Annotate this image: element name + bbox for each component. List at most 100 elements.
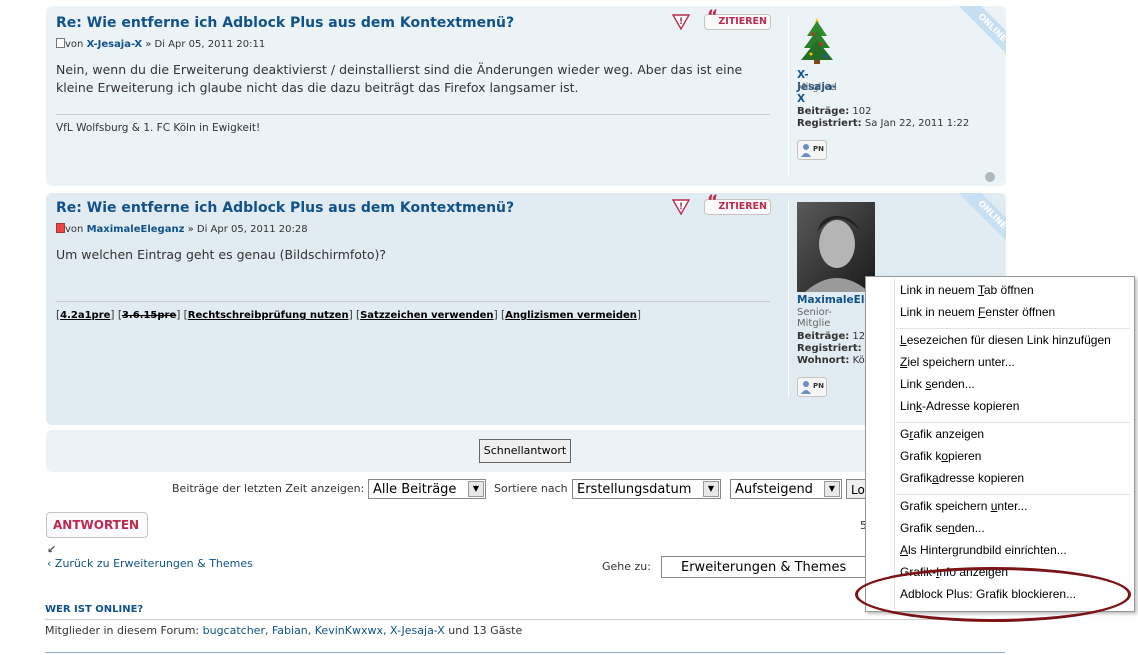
- context-menu-item[interactable]: Lesezeichen für diesen Link hinzufügen: [900, 333, 1111, 347]
- signature: VfL Wolfsburg & 1. FC Köln in Ewigkeit!: [56, 114, 770, 134]
- sig-link[interactable]: 4.2a1pre: [60, 310, 110, 321]
- post-author-line: von MaximaleEleganz » Di Apr 05, 2011 20…: [56, 223, 308, 235]
- report-button[interactable]: !: [671, 14, 691, 31]
- online-users[interactable]: bugcatcher, Fabian, KevinKwxwx, X-Jesaja…: [203, 624, 445, 637]
- svg-text:!: !: [679, 17, 683, 27]
- dropdown-arrow-icon: ▼: [703, 481, 719, 497]
- context-menu-item[interactable]: Link in neuem Tab öffnen: [900, 283, 1034, 297]
- jump-label: Gehe zu:: [602, 560, 651, 573]
- post-title[interactable]: Re: Wie entferne ich Adblock Plus aus de…: [56, 15, 514, 31]
- profile-rank: Mitglied: [797, 82, 837, 93]
- order-select[interactable]: Aufsteigend ▼: [730, 479, 842, 499]
- menu-item-accesskey: A: [900, 543, 909, 557]
- post-title[interactable]: Re: Wie entferne ich Adblock Plus aus de…: [56, 200, 514, 216]
- context-menu-item[interactable]: Grafik senden...: [900, 521, 985, 535]
- registered-date: Sa Jan 22, 2011 1:22: [864, 118, 970, 129]
- menu-separator: [896, 422, 1130, 423]
- menu-item-text: enden...: [931, 377, 975, 391]
- menu-item-text: Grafik: [900, 471, 933, 485]
- sort-label: Sortiere nach: [494, 482, 568, 495]
- context-menu-item[interactable]: Als Hintergrundbild einrichten...: [900, 543, 1067, 557]
- posts-label: Beiträge:: [797, 106, 850, 117]
- menu-item-text: Link in neuem: [900, 283, 978, 297]
- period-select[interactable]: Alle Beiträge ▼: [368, 479, 486, 499]
- online-badge: ONLINE: [958, 6, 1006, 62]
- menu-item-text: Grafik speichern: [900, 499, 991, 513]
- author-link[interactable]: X-Jesaja-X: [87, 39, 142, 50]
- menu-item-text: Grafik k: [900, 449, 942, 463]
- sort-value: Erstellungsdatum: [577, 482, 692, 497]
- author-link[interactable]: MaximaleEleganz: [87, 224, 185, 235]
- menu-item-text: afik anzeigen: [913, 427, 985, 441]
- sig-link[interactable]: Anglizismen vermeiden: [505, 310, 637, 321]
- post-author-line: von X-Jesaja-X » Di Apr 05, 2011 20:11: [56, 38, 265, 50]
- menu-item-accesskey: L: [900, 333, 907, 347]
- sig-link-strike[interactable]: 3.6.15pre: [122, 310, 176, 321]
- menu-item-text: enster öffnen: [985, 305, 1056, 319]
- menu-item-accesskey: a: [932, 471, 939, 485]
- menu-item-text: ab öffnen: [983, 283, 1034, 297]
- post: Re: Wie entferne ich Adblock Plus aus de…: [46, 6, 1006, 186]
- registered-label: Registriert:: [797, 118, 862, 129]
- context-menu-item[interactable]: Link senden...: [900, 377, 975, 391]
- post-icon: [56, 38, 65, 48]
- post-profile: X-Jesaja-X Mitglied Beiträge: 102 Regist…: [788, 16, 969, 176]
- online-badge: ONLINE: [958, 193, 1006, 249]
- user-icon: [801, 144, 811, 157]
- reply-button[interactable]: ANTWORTEN ↙: [46, 512, 148, 556]
- context-menu-item[interactable]: Grafik anzeigen: [900, 427, 984, 441]
- context-menu-item[interactable]: Grafik kopieren: [900, 449, 981, 463]
- post-date: » Di Apr 05, 2011 20:28: [187, 224, 308, 235]
- filter-label: Beiträge der letzten Zeit anzeigen:: [172, 482, 365, 495]
- context-menu-item[interactable]: Grafik speichern unter...: [900, 499, 1027, 513]
- menu-item-text: dresse kopieren: [938, 471, 1025, 485]
- pm-button[interactable]: PN: [797, 140, 827, 160]
- divider: [45, 619, 1005, 620]
- menu-item-text: G: [900, 427, 910, 441]
- post-body: Um welchen Eintrag geht es genau (Bildsc…: [56, 247, 386, 262]
- menu-item-text: esezeichen für diesen Link hinzufügen: [906, 333, 1111, 347]
- context-menu-item[interactable]: Link in neuem Fenster öffnen: [900, 305, 1055, 319]
- registered-label: Registriert:: [797, 343, 862, 354]
- context-menu-item[interactable]: Grafikadresse kopieren: [900, 471, 1024, 485]
- author-prefix: von: [65, 224, 84, 235]
- menu-item-text: Grafik se: [900, 521, 949, 535]
- warning-icon: !: [671, 14, 691, 31]
- user-icon: [801, 381, 811, 394]
- profile-username[interactable]: MaximaleEle: [797, 294, 872, 306]
- sig-link[interactable]: Satzzeichen verwenden: [360, 310, 493, 321]
- menu-item-text: pieren: [948, 449, 982, 463]
- period-value: Alle Beiträge: [373, 482, 457, 497]
- back-to-top-icon[interactable]: [985, 172, 995, 182]
- report-button[interactable]: !: [671, 199, 691, 216]
- sig-link[interactable]: Rechtschreibprüfung nutzen: [188, 310, 349, 321]
- post-profile: MaximaleEle Senior-Mitglie Beiträge: 125…: [788, 201, 875, 397]
- profile-posts: Beiträge: 125: [797, 331, 872, 342]
- pm-button[interactable]: PN: [797, 377, 827, 397]
- menu-item-text: ls Hintergrundbild einrichten...: [908, 543, 1067, 557]
- svg-text:!: !: [679, 202, 683, 212]
- jump-select[interactable]: Erweiterungen & Themes: [661, 556, 871, 578]
- posts-label: Beiträge:: [797, 331, 850, 342]
- reply-arrow-icon: ↙: [47, 543, 57, 556]
- quote-button[interactable]: ZITIEREN: [704, 195, 771, 215]
- quote-button[interactable]: ZITIEREN: [704, 10, 771, 30]
- quick-reply-button[interactable]: Schnellantwort: [479, 439, 571, 463]
- context-menu-item[interactable]: Ziel speichern unter...: [900, 355, 1015, 369]
- sort-select[interactable]: Erstellungsdatum ▼: [572, 479, 721, 499]
- profile-registered: Registriert: M: [797, 343, 873, 354]
- menu-item-text: -Adresse kopieren: [922, 399, 1020, 413]
- menu-item-accesskey: n: [948, 521, 955, 535]
- back-link[interactable]: ‹ Zurück zu Erweiterungen & Themes: [47, 557, 253, 570]
- online-suffix: und 13 Gäste: [448, 624, 523, 637]
- online-users-line: Mitglieder in diesem Forum: bugcatcher, …: [45, 624, 522, 637]
- menu-item-text: Link in neuem: [900, 305, 979, 319]
- pm-label: PN: [813, 382, 824, 390]
- menu-item-text: Link: [900, 377, 926, 391]
- menu-separator: [896, 328, 1130, 329]
- post-body: Nein, wenn du die Erweiterung deaktivier…: [56, 62, 743, 95]
- menu-item-text: den...: [954, 521, 985, 535]
- context-menu-item[interactable]: Link-Adresse kopieren: [900, 399, 1019, 413]
- dropdown-arrow-icon: ▼: [468, 481, 484, 497]
- back-link-text: Zurück zu Erweiterungen & Themes: [54, 557, 253, 570]
